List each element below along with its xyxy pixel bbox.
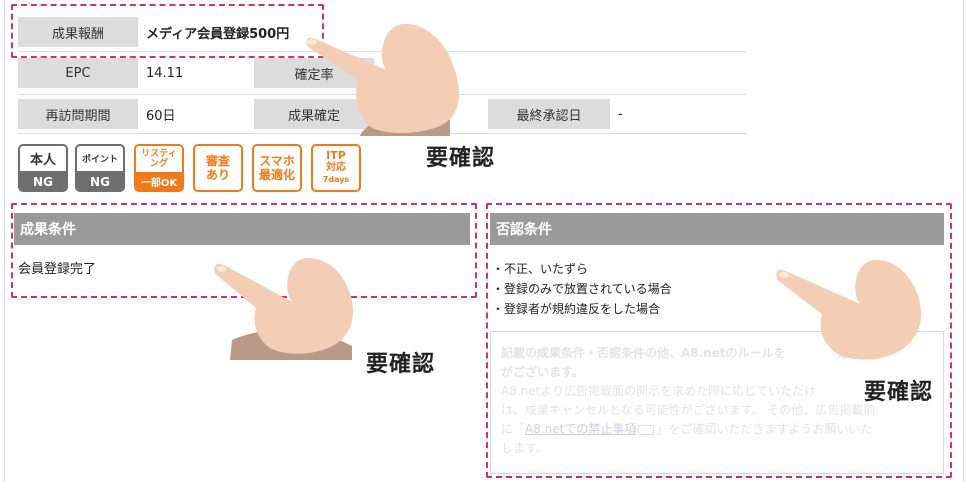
confirm-annotation-2: 要確認	[366, 352, 436, 377]
badge-shinsa: 審査 あり	[193, 144, 243, 192]
badge-listing: リスティ ング 一部OK	[134, 144, 184, 192]
badge-itp-3: 7days	[322, 175, 350, 184]
confirm-annotation-1: 要確認	[426, 146, 496, 171]
pointing-hand-icon	[776, 260, 922, 360]
badge-sumaho-2: 最適化	[258, 168, 295, 182]
badge-sumaho-1: スマホ	[259, 154, 295, 168]
revisit-value: 60日	[146, 108, 176, 124]
badge-shinsa-text: 審査 あり	[195, 146, 241, 190]
badge-honnin: 本人 NG	[18, 144, 68, 192]
badge-point-top: ポイント	[81, 155, 118, 165]
last-approval-value: -	[618, 106, 623, 122]
badge-shinsa-2: あり	[205, 168, 230, 182]
badge-listing-top-1: リスティ	[141, 149, 177, 159]
confirm-annotation-3: 要確認	[864, 380, 934, 405]
badge-sumaho-text: スマホ 最適化	[254, 146, 300, 190]
epc-value: 14.11	[146, 65, 184, 81]
epc-label: EPC	[18, 58, 138, 88]
reward-highlight	[11, 4, 324, 58]
badge-point: ポイント NG	[75, 144, 125, 192]
badge-itp: ITP 対応 7days	[311, 144, 361, 192]
badge-sumaho: スマホ 最適化	[252, 144, 302, 192]
badge-itp-1: ITP	[326, 149, 346, 162]
badge-itp-2: 対応	[326, 162, 346, 173]
pointing-hand-icon	[214, 258, 354, 360]
badge-honnin-bottom: NG	[20, 171, 66, 190]
badge-honnin-top: 本人	[29, 153, 56, 168]
badge-listing-bottom: 一部OK	[136, 172, 182, 190]
badge-listing-top: リスティ ング	[136, 146, 182, 172]
badge-point-bottom: NG	[77, 171, 123, 190]
badge-itp-text: ITP 対応 7days	[313, 146, 359, 190]
pointing-hand-icon	[306, 24, 459, 136]
badge-listing-top-2: ング	[149, 159, 168, 169]
last-approval-label: 最終承認日	[488, 99, 610, 129]
revisit-label: 再訪問期間	[18, 99, 138, 129]
badge-shinsa-1: 審査	[205, 154, 230, 168]
